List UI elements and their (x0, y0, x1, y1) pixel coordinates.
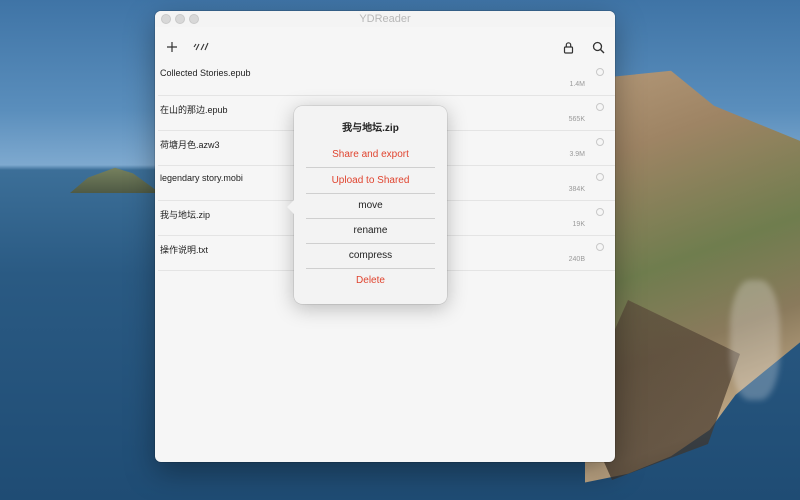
file-size: 240B (568, 256, 585, 263)
file-size: 565K (568, 116, 585, 123)
select-radio[interactable] (596, 138, 604, 146)
search-icon[interactable] (590, 39, 606, 55)
lock-icon[interactable] (560, 39, 576, 55)
window-title: YDReader (359, 13, 411, 25)
upload-shared-button[interactable]: Upload to Shared (306, 168, 435, 194)
file-name: 荷塘月色.azw3 (160, 140, 220, 150)
file-name: 我与地坛.zip (160, 210, 211, 220)
file-row[interactable]: Collected Stories.epub 1.4M (158, 61, 615, 96)
move-button[interactable]: move (306, 193, 435, 219)
delete-button[interactable]: Delete (306, 268, 435, 293)
file-name: 在山的那边.epub (160, 105, 228, 115)
select-radio[interactable] (596, 68, 604, 76)
desktop-sea-foam (730, 280, 780, 400)
popover-title: 我与地坛.zip (342, 123, 399, 134)
title-bar[interactable]: YDReader (155, 11, 615, 27)
desktop-island-image (70, 167, 160, 193)
file-actions-popover: 我与地坛.zip Share and export Upload to Shar… (287, 106, 447, 304)
select-radio[interactable] (596, 173, 604, 181)
file-size: 1.4M (569, 81, 585, 88)
edit-tools-icon[interactable] (191, 39, 211, 55)
rename-button[interactable]: rename (306, 218, 435, 244)
plus-icon[interactable] (164, 39, 180, 55)
file-size: 3.9M (569, 151, 585, 158)
file-size: 19K (572, 221, 585, 228)
popover-arrow (287, 200, 294, 214)
file-name: legendary story.mobi (160, 173, 243, 183)
compress-button[interactable]: compress (306, 243, 435, 269)
share-export-button[interactable]: Share and export (306, 142, 435, 168)
file-size: 384K (568, 186, 585, 193)
select-radio[interactable] (596, 208, 604, 216)
select-radio[interactable] (596, 243, 604, 251)
file-name: Collected Stories.epub (160, 68, 251, 78)
select-radio[interactable] (596, 103, 604, 111)
file-name: 操作说明.txt (160, 245, 209, 255)
